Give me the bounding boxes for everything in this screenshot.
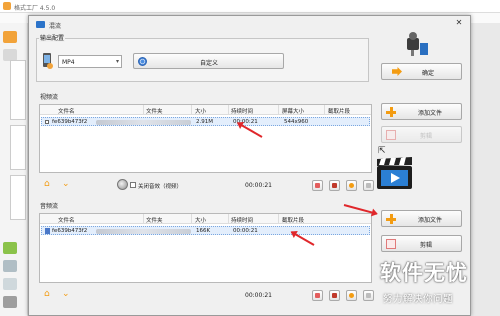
redacted-path [96, 229, 191, 234]
custom-button[interactable]: 自定义 [133, 53, 284, 69]
disc-category-icon[interactable] [3, 296, 17, 308]
settings-icon [138, 57, 147, 66]
col-size[interactable]: 大小 [195, 216, 206, 224]
audio-file-list[interactable]: 文件名 文件夹 大小 持续时间 截取片段 fe639b473f2 166K 00… [39, 213, 372, 283]
audio-file-size: 166K [196, 228, 211, 234]
plus-icon [386, 214, 396, 224]
mute-speaker-icon [117, 179, 128, 190]
close-button[interactable]: ✕ [454, 18, 464, 28]
clip-video-label: 剪辑 [420, 133, 433, 140]
custom-button-label: 自定义 [200, 60, 219, 67]
column-divider [191, 105, 192, 115]
format-select[interactable]: MP4 ▾ [58, 55, 122, 68]
app-logo-icon [3, 2, 11, 10]
column-divider [143, 214, 144, 224]
scissors-icon [386, 130, 396, 140]
move-up-icon[interactable]: ⌂ [44, 180, 53, 189]
dialog-title: 混流 [49, 23, 62, 30]
video-file-list[interactable]: 文件名 文件夹 大小 持续时间 屏幕大小 截取片段 fe639b473f2 2.… [39, 104, 372, 173]
video-file-name: fe639b473f2 [52, 119, 88, 125]
audio-total-time: 00:00:21 [245, 292, 272, 299]
site-watermark: 软件无忧 努力解决你问题 [380, 257, 500, 316]
watermark-sub: 努力解决你问题 [383, 294, 454, 305]
video-file-size: 2.91M [196, 119, 213, 125]
ok-button[interactable]: 确定 [381, 63, 462, 80]
audio-list-header: 文件名 文件夹 大小 持续时间 截取片段 [40, 214, 371, 224]
watermark-main: 软件无忧 [380, 261, 468, 285]
redacted-path [96, 120, 191, 125]
video-category-icon[interactable] [3, 31, 17, 43]
col-clip[interactable]: 截取片段 [328, 107, 350, 115]
clip-audio-button[interactable]: 剪辑 [381, 235, 462, 252]
add-video-file-label: 添加文件 [418, 110, 443, 117]
mute-video-checkbox[interactable] [130, 182, 136, 188]
move-up-icon[interactable]: ⌂ [44, 290, 53, 299]
app-titlebar: 格式工厂 4.5.0 [0, 0, 500, 13]
clear-video-button[interactable] [329, 180, 340, 191]
plus-icon [386, 107, 396, 117]
column-divider [278, 214, 279, 224]
col-folder[interactable]: 文件夹 [146, 107, 163, 115]
clear-audio-button[interactable] [329, 290, 340, 301]
column-divider [278, 105, 279, 115]
background-panel [10, 60, 26, 120]
table-row[interactable]: fe639b473f2 2.91M 00:00:21 544x960 [41, 117, 370, 126]
mux-illustration-icon [405, 30, 433, 58]
row-checkbox[interactable] [45, 120, 49, 124]
col-filename[interactable]: 文件名 [58, 216, 75, 224]
col-screen-size[interactable]: 屏幕大小 [282, 107, 304, 115]
background-panel [10, 125, 26, 170]
scissors-icon [386, 239, 396, 249]
add-audio-file-button[interactable]: 添加文件 [381, 210, 462, 227]
audio-category-icon[interactable] [3, 242, 17, 254]
video-screen-size: 544x960 [284, 119, 309, 125]
chevron-down-icon: ▾ [115, 58, 119, 65]
play-video-button[interactable] [346, 180, 357, 191]
play-audio-button[interactable] [346, 290, 357, 301]
document-category-icon[interactable] [3, 260, 17, 272]
dialog-app-icon [36, 21, 45, 28]
info-video-button[interactable] [363, 180, 374, 191]
background-panel [10, 175, 26, 220]
move-down-icon[interactable]: ⌄ [62, 290, 71, 299]
format-phone-icon [40, 52, 56, 72]
add-audio-file-label: 添加文件 [418, 217, 443, 224]
clip-video-button[interactable]: 剪辑 [381, 126, 462, 143]
video-total-time: 00:00:21 [245, 182, 272, 189]
audio-file-duration: 00:00:21 [233, 228, 258, 234]
col-size[interactable]: 大小 [195, 107, 206, 115]
col-clip[interactable]: 截取片段 [282, 216, 304, 224]
col-duration[interactable]: 持续时间 [231, 107, 253, 115]
col-duration[interactable]: 持续时间 [231, 216, 253, 224]
format-select-value: MP4 [62, 59, 75, 66]
clapperboard-icon [375, 157, 415, 190]
add-video-file-button[interactable]: 添加文件 [381, 103, 462, 120]
delete-audio-button[interactable] [312, 290, 323, 301]
delete-video-button[interactable] [312, 180, 323, 191]
info-audio-button[interactable] [363, 290, 374, 301]
column-divider [228, 105, 229, 115]
ok-button-label: 确定 [422, 70, 435, 77]
mouse-cursor-icon: ⇱ [378, 146, 386, 156]
col-folder[interactable]: 文件夹 [146, 216, 163, 224]
column-divider [191, 214, 192, 224]
app-title: 格式工厂 4.5.0 [14, 5, 56, 12]
picture-category-icon[interactable] [3, 278, 17, 290]
audio-stream-label: 音频流 [39, 201, 60, 210]
column-divider [143, 105, 144, 115]
output-group-label: 输出配置 [39, 33, 66, 42]
column-divider [228, 214, 229, 224]
audio-file-icon [45, 228, 50, 234]
mute-video-label: 关闭音效（视频） [138, 184, 183, 190]
video-stream-label: 视频流 [39, 92, 60, 101]
move-down-icon[interactable]: ⌄ [62, 180, 71, 189]
col-filename[interactable]: 文件名 [58, 107, 75, 115]
confirm-arrow-icon [392, 67, 402, 76]
table-row[interactable]: fe639b473f2 166K 00:00:21 [41, 226, 370, 235]
column-divider [324, 105, 325, 115]
audio-file-name: fe639b473f2 [52, 228, 88, 234]
clip-audio-label: 剪辑 [420, 242, 433, 249]
video-list-header: 文件名 文件夹 大小 持续时间 屏幕大小 截取片段 [40, 105, 371, 115]
